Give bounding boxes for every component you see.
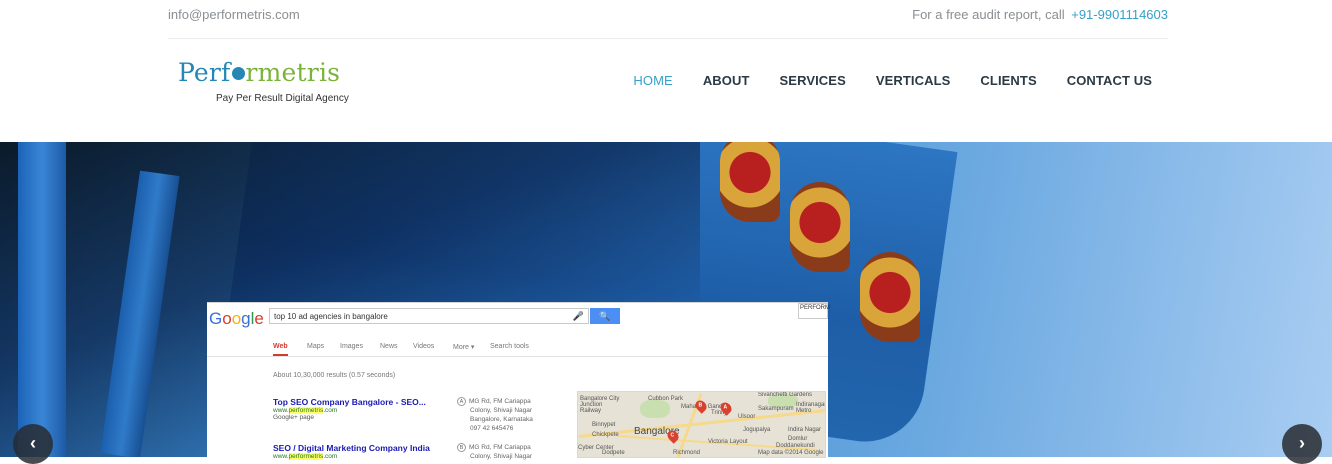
- screenshot-tab: Maps: [307, 343, 325, 350]
- nav-services[interactable]: SERVICES: [780, 73, 846, 88]
- contact-email-link[interactable]: info@performetris.com: [168, 7, 300, 22]
- screenshot-address: A MG Rd, FM Cariappa Colony, Shivaji Naga…: [457, 397, 533, 433]
- result-url: www.performetris.com: [273, 407, 338, 414]
- screenshot-tab: News: [380, 343, 398, 350]
- hero-embroidery: [720, 142, 780, 222]
- chevron-right-icon: ›: [1299, 433, 1305, 453]
- screenshot-tab: Videos: [413, 343, 435, 350]
- map-label: Dodpete: [602, 450, 625, 456]
- map-label: Sivanchetti Gardens: [758, 392, 813, 398]
- logo-tagline: Pay Per Result Digital Agency: [216, 93, 349, 104]
- result-sub: Google+ page: [273, 414, 315, 421]
- magnifier-icon: 🔍: [590, 308, 620, 324]
- map-label: Chickpete: [592, 432, 619, 438]
- carousel-next-button[interactable]: ›: [1282, 424, 1322, 464]
- hero-embroidery: [790, 182, 850, 272]
- screenshot-address: B MG Rd, FM Cariappa Colony, Shivaji Naga…: [457, 443, 532, 461]
- site-logo[interactable]: Perf rmetris Pay Per Result Digital Agenc…: [178, 58, 368, 108]
- google-logo: Google: [209, 309, 264, 328]
- logo-part-2: rmetris: [245, 58, 341, 87]
- map-park: [640, 400, 670, 418]
- map-label: Jogupalya: [743, 427, 771, 433]
- screenshot-tab: More ▾: [453, 344, 475, 351]
- hero-background-bar: [18, 142, 66, 457]
- map-label: Binnypet: [592, 422, 616, 428]
- audit-text: For a free audit report, call: [912, 7, 1065, 22]
- screenshot-tabs: Web Maps Images News Videos More ▾ Searc…: [207, 339, 828, 357]
- map-label: Ulsoor: [738, 414, 756, 420]
- map-label: Doddanekundi: [776, 443, 815, 449]
- screenshot-tab: Images: [340, 343, 363, 350]
- result-title: Top SEO Company Bangalore - SEO...: [273, 397, 426, 407]
- top-bar: info@performetris.com For a free audit r…: [168, 0, 1168, 39]
- screenshot-query: top 10 ad agencies in bangalore: [274, 312, 388, 321]
- map-pin-icon: A: [457, 397, 466, 406]
- nav-home[interactable]: HOME: [633, 73, 672, 88]
- screenshot-result: SEO / Digital Marketing Company India ww…: [273, 443, 430, 460]
- screenshot-results-count: About 10,30,000 results (0.57 seconds): [273, 372, 396, 379]
- logo-dot-icon: [231, 67, 245, 80]
- logo-part-1: Perf: [178, 58, 231, 87]
- screenshot-tab: Web: [273, 343, 288, 356]
- map-label: Richmond: [673, 450, 701, 456]
- nav-about[interactable]: ABOUT: [703, 73, 750, 88]
- slide-screenshot: Google top 10 ad agencies in bangalore 🎤…: [207, 302, 830, 460]
- map-label: Sakampuram: [758, 406, 794, 412]
- map-label: Victoria Layout: [708, 439, 748, 445]
- map-label: Cubbon Park: [648, 396, 684, 402]
- result-title: SEO / Digital Marketing Company India: [273, 443, 430, 453]
- nav-verticals[interactable]: VERTICALS: [876, 73, 951, 88]
- map-label: Bangalore City Junction Railway: [580, 396, 620, 414]
- microphone-icon: 🎤: [572, 311, 584, 321]
- chevron-left-icon: ‹: [30, 433, 36, 453]
- map-label: Indiranagar Metro: [796, 402, 826, 414]
- map-label: Indira Nagar: [788, 427, 822, 433]
- map-label: Map data ©2014 Google: [758, 450, 824, 456]
- nav-clients[interactable]: CLIENTS: [980, 73, 1036, 88]
- map-pin-icon: B: [457, 443, 466, 452]
- logo-wordmark: Perf rmetris: [178, 58, 340, 87]
- hero-embroidery: [860, 252, 920, 342]
- screenshot-tab: Search tools: [490, 343, 529, 350]
- screenshot-result: Top SEO Company Bangalore - SEO... www.p…: [273, 397, 426, 421]
- carousel-prev-button[interactable]: ‹: [13, 424, 53, 464]
- audit-callout: For a free audit report, call +91-990111…: [912, 7, 1168, 22]
- screenshot-map: Bangalore City Junction Railway Cubbon P…: [577, 391, 826, 458]
- screenshot-corner-label: PERFORM: [798, 303, 830, 319]
- nav-contact-us[interactable]: CONTACT US: [1067, 73, 1152, 88]
- phone-link[interactable]: +91-9901114603: [1071, 7, 1168, 22]
- main-nav: HOME ABOUT SERVICES VERTICALS CLIENTS CO…: [603, 73, 1152, 88]
- screenshot-search-box: top 10 ad agencies in bangalore 🎤: [269, 308, 589, 324]
- map-label: Domlur: [788, 436, 808, 442]
